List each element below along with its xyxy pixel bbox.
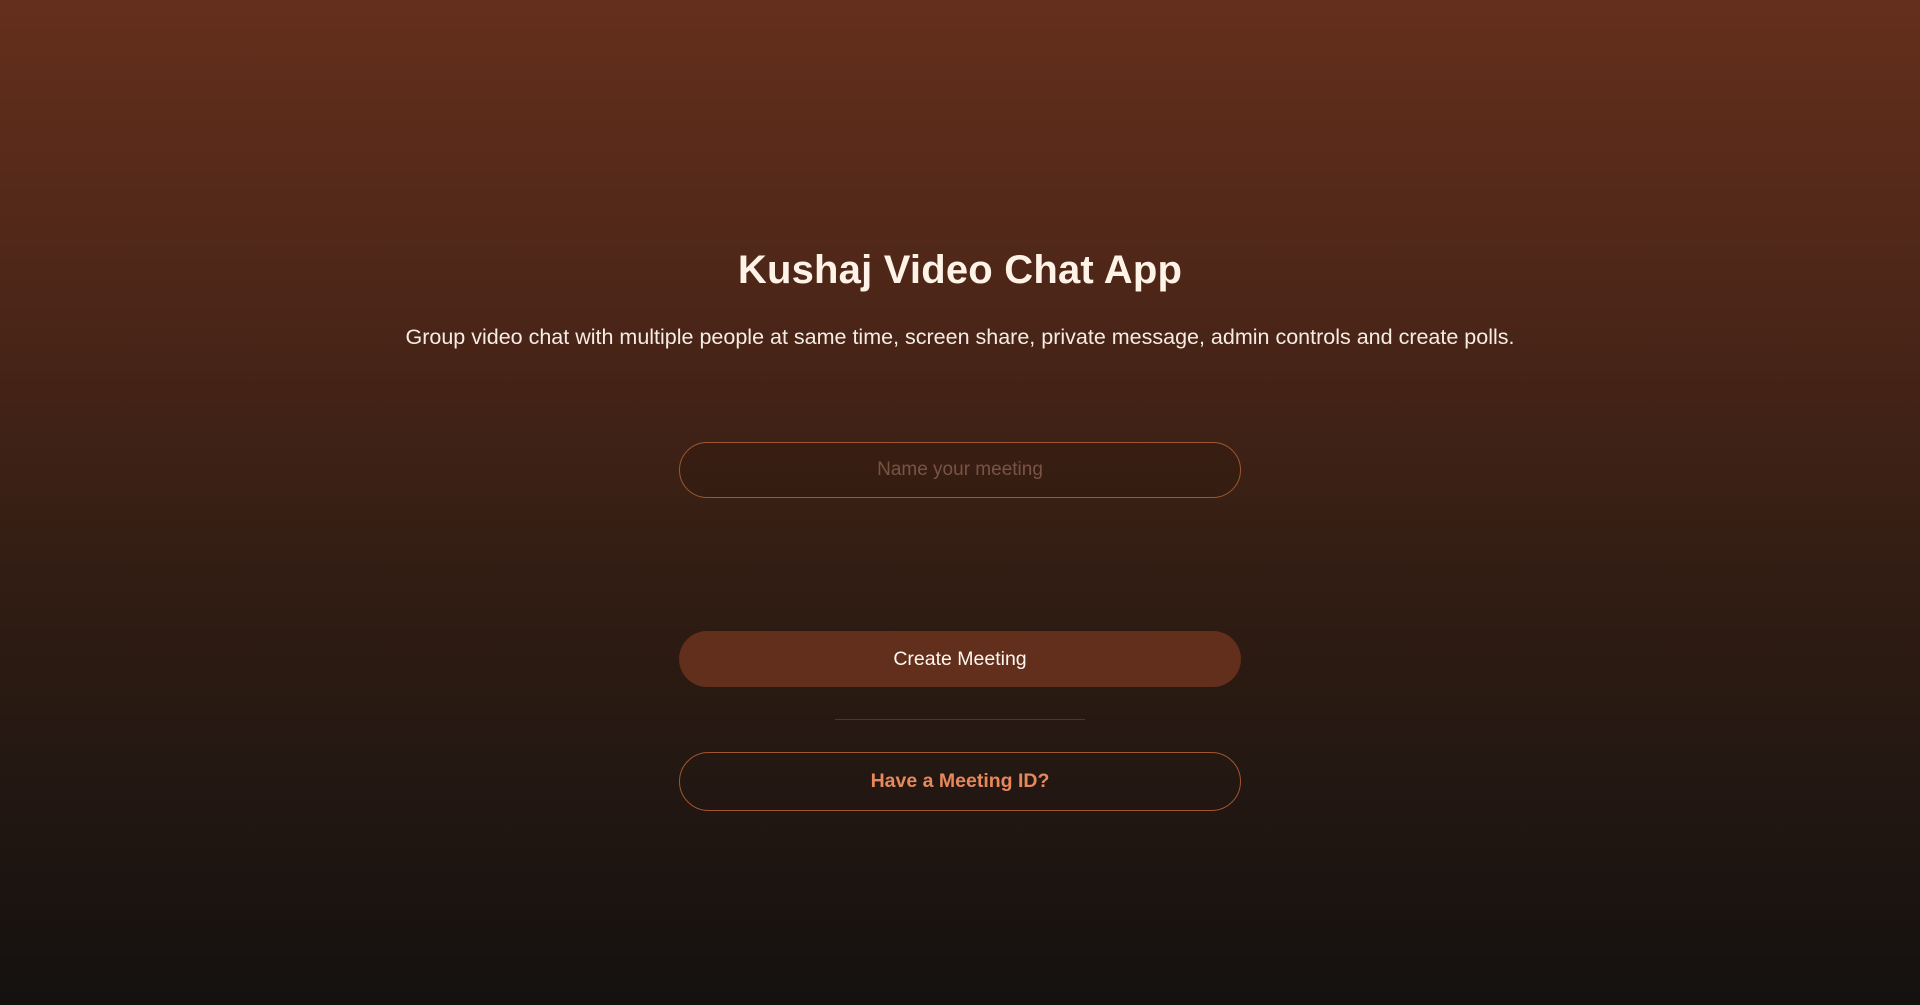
meeting-name-input[interactable]	[679, 442, 1241, 498]
divider	[835, 719, 1085, 720]
page-title: Kushaj Video Chat App	[737, 248, 1183, 292]
page-subtitle: Group video chat with multiple people at…	[405, 325, 1515, 349]
have-meeting-id-button[interactable]: Have a Meeting ID?	[679, 752, 1241, 811]
landing-page: Kushaj Video Chat App Group video chat w…	[0, 0, 1920, 1005]
create-meeting-button[interactable]: Create Meeting	[679, 631, 1241, 687]
